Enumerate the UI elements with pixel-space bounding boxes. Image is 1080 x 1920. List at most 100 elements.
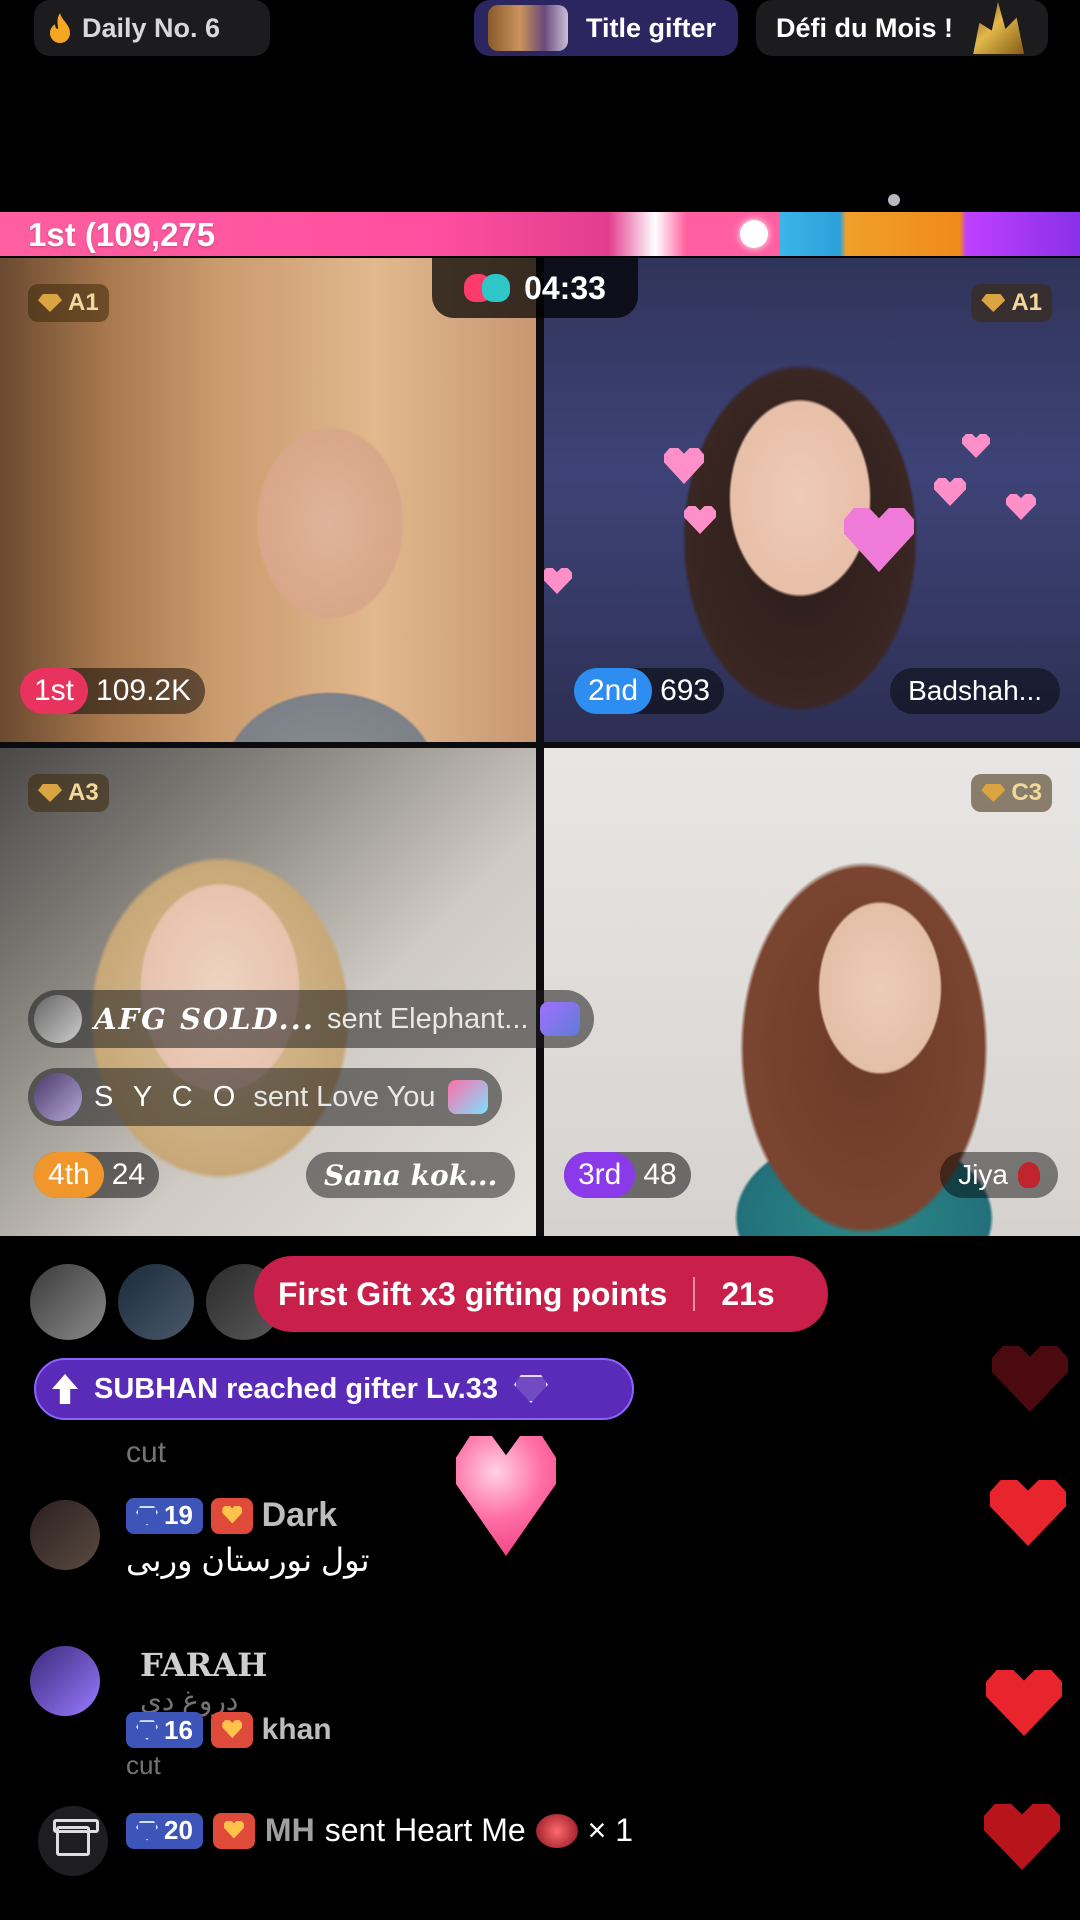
like-heart-icon — [986, 1670, 1062, 1736]
trophy-icon — [973, 2, 1025, 54]
gem-icon — [38, 784, 62, 802]
viewer-avatar[interactable] — [118, 1264, 194, 1340]
floating-heart — [844, 508, 914, 572]
level-up-text: SUBHAN reached gifter Lv.33 — [94, 1372, 498, 1405]
gift-box-icon — [53, 1819, 99, 1856]
diamond-icon — [136, 1820, 158, 1841]
challenge-label: Défi du Mois ! — [776, 12, 953, 43]
host-tile-2[interactable]: A1 2nd 693 Badshah... — [544, 258, 1080, 742]
viewer-avatar[interactable] — [30, 1264, 106, 1340]
top-viewers[interactable] — [30, 1264, 282, 1340]
host-name: Badshah... — [908, 675, 1042, 706]
rank-position: 2nd — [574, 668, 653, 714]
chat-username[interactable]: FARAH — [140, 1646, 267, 1684]
level-value: 19 — [164, 1500, 193, 1530]
like-heart-icon — [990, 1480, 1066, 1546]
gifter-level-badge: 16 — [126, 1712, 203, 1749]
rank-pill: 2nd 693 — [574, 668, 725, 714]
first-gift-promo[interactable]: First Gift x3 gifting points 21s — [254, 1256, 828, 1332]
daily-ranking-pill[interactable]: Daily No. 6 — [34, 0, 270, 56]
like-heart-icon — [984, 1804, 1060, 1870]
gifter-level-up-banner: SUBHAN reached gifter Lv.33 — [34, 1358, 634, 1420]
promo-text: First Gift x3 gifting points — [278, 1275, 668, 1312]
gifter-level-badge: 19 — [126, 1497, 203, 1534]
floating-heart — [456, 1436, 556, 1556]
chat-text: cut — [126, 1750, 161, 1781]
tier-badge: A1 — [971, 284, 1052, 322]
gift-text: sent Heart Me — [324, 1812, 526, 1848]
leader-score-text: 1st (109,275 — [28, 216, 216, 253]
floating-heart — [684, 506, 716, 534]
level-value: 16 — [164, 1714, 193, 1745]
tier-label: A1 — [1011, 289, 1042, 316]
live-battle-screen: { "top_bar": { "daily_label": "Daily No.… — [0, 0, 1080, 1920]
host-name-pill[interactable]: Jiya — [940, 1152, 1058, 1198]
timer-value: 04:33 — [524, 269, 606, 306]
flame-icon — [50, 13, 70, 43]
gift-sender[interactable]: MH — [265, 1812, 315, 1849]
rank-position: 1st — [20, 668, 89, 714]
level-value: 20 — [164, 1815, 193, 1845]
diamond-icon — [513, 1375, 548, 1403]
gem-icon — [38, 294, 62, 312]
chat-avatar[interactable] — [30, 1646, 100, 1716]
floating-heart — [664, 448, 704, 484]
floating-heart — [934, 478, 966, 506]
others-score-segment — [780, 212, 1080, 256]
chat-username[interactable]: khan — [262, 1713, 332, 1746]
rank-pill: 4th 24 — [34, 1152, 160, 1198]
host-name: Sana kok... — [324, 1158, 498, 1192]
leader-score-segment: 1st (109,275 — [0, 212, 780, 256]
daily-label: Daily No. 6 — [82, 12, 221, 43]
host-name: Jiya — [958, 1159, 1008, 1190]
chat-message: 19 Dark تول نورستان وربی — [126, 1496, 370, 1579]
host-name-pill[interactable]: Badshah... — [890, 668, 1060, 714]
user-avatar — [34, 1073, 82, 1121]
rank-points: 693 — [660, 674, 711, 707]
fan-badge-icon — [211, 1712, 254, 1749]
rank-pill: 1st 109.2K — [20, 668, 206, 714]
title-gifter-thumbnail — [488, 5, 568, 51]
chat-message: cut — [126, 1436, 166, 1470]
host-tile-4[interactable]: C3 3rd 48 Jiya — [544, 748, 1080, 1236]
chat-avatar[interactable] — [30, 1500, 100, 1570]
rank-position: 3rd — [564, 1152, 636, 1198]
chat-message: FARAH دروغ دی — [140, 1646, 267, 1717]
floating-heart — [1006, 494, 1036, 520]
host-tile-1[interactable]: A1 1st 109.2K — [0, 258, 536, 742]
tier-badge: C3 — [971, 774, 1052, 812]
battle-score-bar: 1st (109,275 — [0, 212, 1080, 256]
gift-sender: S Y C O — [94, 1080, 242, 1113]
user-avatar — [34, 995, 82, 1043]
gift-message: sent Elephant... — [326, 1002, 529, 1035]
sparkle-icon — [740, 220, 768, 248]
promo-separator — [693, 1277, 696, 1311]
elephant-gift-icon — [540, 1002, 581, 1036]
rank-pill: 3rd 48 — [564, 1152, 691, 1198]
battle-timer: 04:33 — [432, 258, 638, 318]
tier-label: A1 — [68, 289, 99, 316]
chat-message: 16 khan cut — [126, 1712, 332, 1781]
floating-heart — [544, 568, 572, 594]
decor-dot — [888, 194, 900, 206]
chat-username[interactable]: Dark — [262, 1496, 338, 1534]
diamond-icon — [136, 1505, 158, 1526]
gifter-level-badge: 20 — [126, 1812, 203, 1849]
tier-label: A3 — [68, 779, 99, 806]
gift-sender: AFG SOLD... — [94, 1002, 315, 1036]
gem-icon — [981, 784, 1006, 802]
gift-notification: S Y C O sent Love You — [28, 1068, 502, 1126]
rank-position: 4th — [34, 1152, 104, 1198]
gift-button[interactable] — [38, 1806, 108, 1876]
rank-points: 48 — [643, 1158, 677, 1191]
floating-heart — [962, 434, 990, 458]
title-gifter-pill[interactable]: Title gifter — [474, 0, 738, 56]
host-name-pill[interactable]: Sana kok... — [306, 1152, 516, 1198]
promo-countdown: 21s — [721, 1275, 775, 1312]
title-gifter-label: Title gifter — [586, 12, 717, 43]
arrow-up-icon — [52, 1374, 78, 1404]
monthly-challenge-pill[interactable]: Défi du Mois ! — [756, 0, 1048, 56]
grid-divider — [0, 742, 1080, 748]
gem-icon — [981, 294, 1006, 312]
boxing-gloves-icon — [464, 272, 511, 304]
